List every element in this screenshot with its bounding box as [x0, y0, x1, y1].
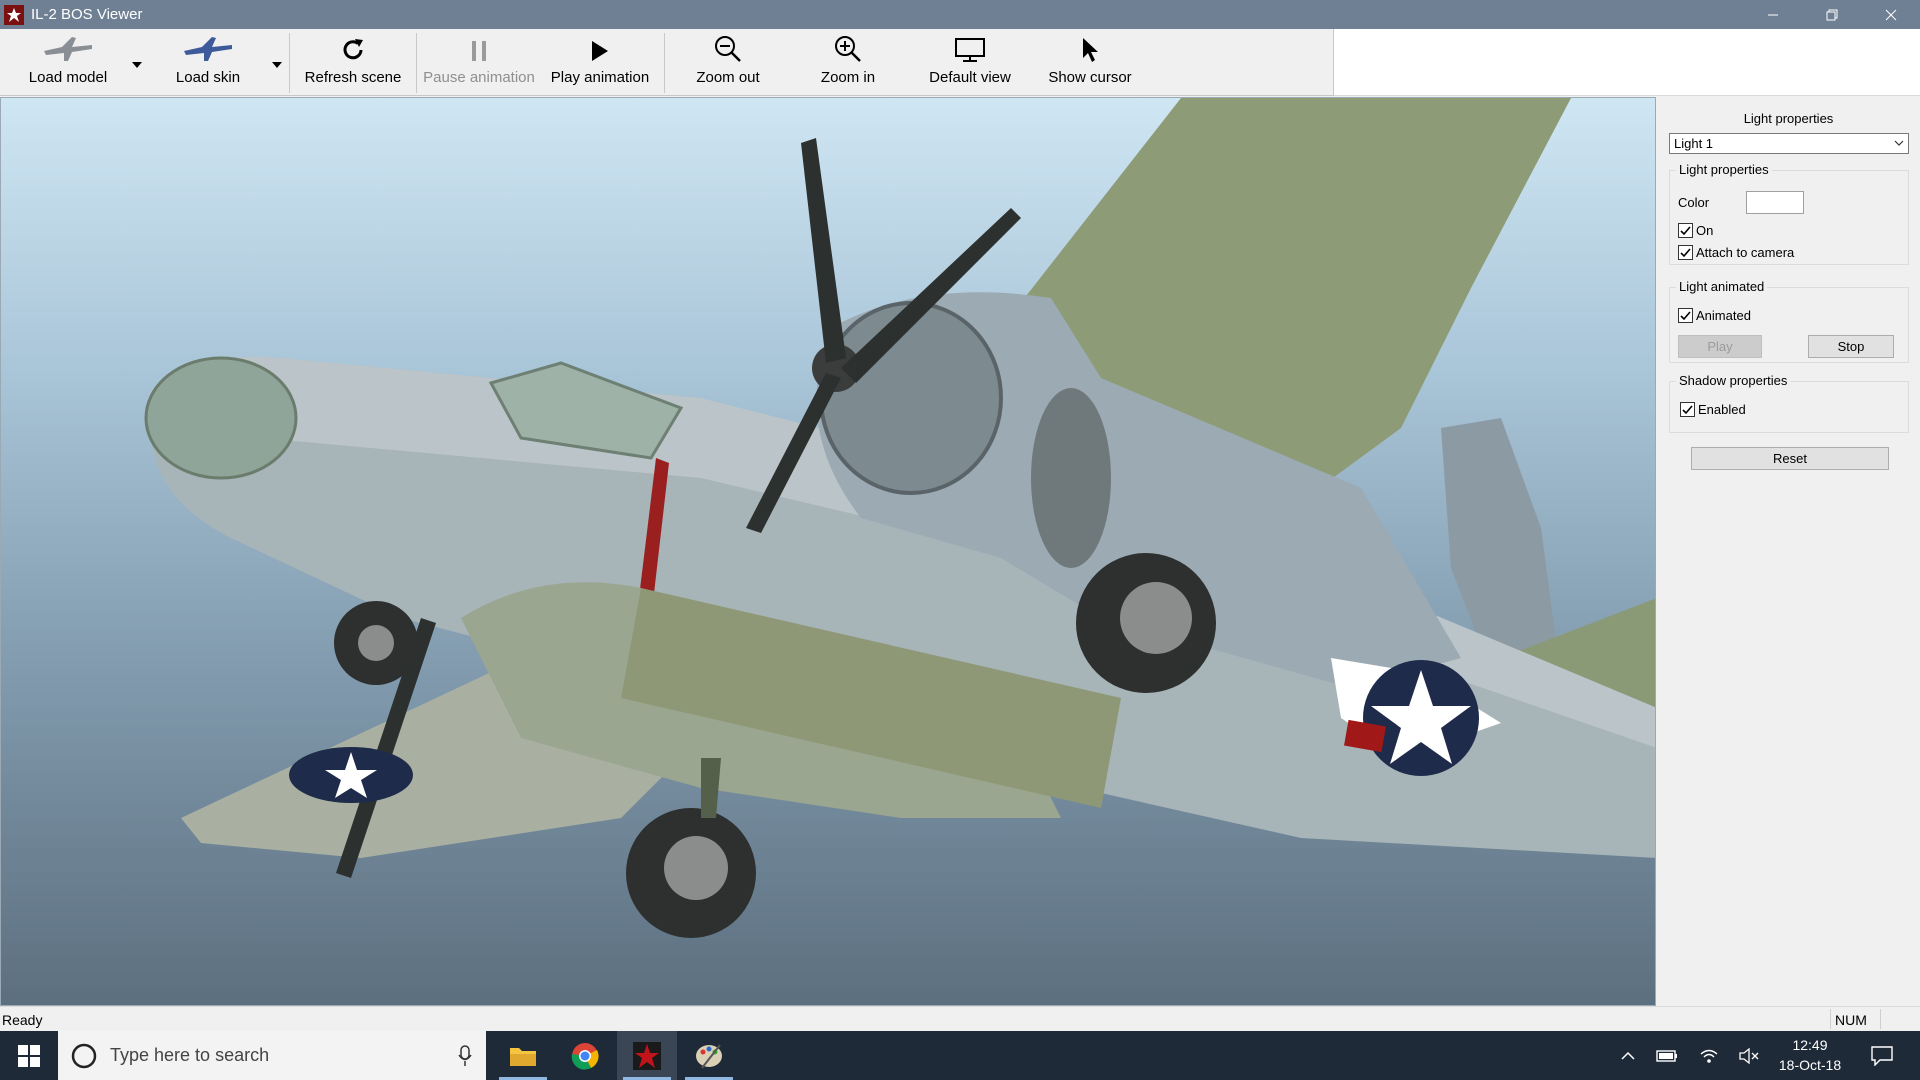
start-button[interactable]: [0, 1031, 58, 1080]
il2-app-icon: [633, 1041, 661, 1070]
pause-icon: [470, 29, 488, 65]
volume-tray-button[interactable]: [1734, 1031, 1764, 1080]
light-select[interactable]: Light 1: [1669, 133, 1909, 154]
network-tray-button[interactable]: [1694, 1031, 1724, 1080]
window-title: IL-2 BOS Viewer: [31, 6, 143, 23]
propeller-blade: [801, 138, 846, 363]
play-button[interactable]: Play: [1678, 335, 1762, 358]
num-lock-indicator: NUM: [1835, 1012, 1867, 1028]
skin-airplane-icon: [182, 29, 234, 65]
chrome-taskbar-button[interactable]: [555, 1031, 615, 1080]
wifi-icon: [1700, 1049, 1718, 1063]
il2-viewer-taskbar-button[interactable]: [617, 1031, 677, 1080]
on-checkbox[interactable]: On: [1678, 223, 1713, 238]
properties-panel: Light properties Light 1 Light propertie…: [1657, 97, 1920, 1006]
app-icon: [4, 4, 24, 25]
windows-logo-icon: [18, 1044, 40, 1067]
close-button[interactable]: [1861, 0, 1920, 29]
toolbar-separator: [416, 33, 417, 93]
monitor-icon: [955, 29, 985, 65]
toolbar-separator: [289, 33, 290, 93]
play-animation-button[interactable]: Play animation: [544, 29, 656, 96]
paint-taskbar-button[interactable]: [679, 1031, 739, 1080]
cortana-icon: [71, 1043, 97, 1068]
zoom-in-icon: [834, 29, 862, 65]
nose-glazing: [144, 356, 298, 480]
attach-to-camera-checkbox[interactable]: Attach to camera: [1678, 245, 1794, 260]
checkbox-checked-icon: [1680, 402, 1695, 417]
taskbar-search-box[interactable]: Type here to search: [58, 1031, 486, 1080]
clock-date: 18-Oct-18: [1778, 1057, 1842, 1073]
light-properties-group: Light properties Color On Attach to came…: [1669, 162, 1909, 265]
reset-button[interactable]: Reset: [1691, 447, 1889, 470]
pause-animation-button[interactable]: Pause animation: [422, 29, 536, 96]
show-cursor-button[interactable]: Show cursor: [1040, 29, 1140, 96]
checkbox-checked-icon: [1678, 308, 1693, 323]
load-model-button[interactable]: Load model: [20, 29, 116, 96]
close-icon: [1885, 9, 1896, 20]
title-bar: IL-2 BOS Viewer: [0, 0, 1920, 29]
refresh-icon: [340, 29, 366, 65]
chevron-up-icon: [1621, 1051, 1635, 1060]
load-model-dropdown-icon[interactable]: [131, 59, 143, 71]
load-skin-dropdown-icon[interactable]: [271, 59, 283, 71]
battery-tray-button[interactable]: [1652, 1031, 1682, 1080]
system-clock[interactable]: 12:49 18-Oct-18: [1766, 1035, 1854, 1075]
cursor-icon: [1081, 29, 1099, 65]
aircraft-render: [144, 98, 1655, 938]
stop-button[interactable]: Stop: [1808, 335, 1894, 358]
zoom-in-button[interactable]: Zoom in: [800, 29, 896, 96]
taskbar: Type here to search 12:49 18-Oct-18: [0, 1031, 1920, 1080]
3d-viewport[interactable]: [0, 97, 1656, 1006]
search-placeholder: Type here to search: [110, 1045, 270, 1065]
zoom-out-icon: [714, 29, 742, 65]
animated-checkbox[interactable]: Animated: [1678, 308, 1751, 323]
battery-icon: [1656, 1049, 1677, 1062]
chrome-icon: [571, 1042, 599, 1070]
shadow-properties-group: Shadow properties Enabled: [1669, 373, 1909, 433]
play-icon: [590, 29, 610, 65]
status-text: Ready: [2, 1012, 43, 1028]
color-swatch[interactable]: [1746, 191, 1804, 214]
palette-icon: [696, 1043, 722, 1069]
minimize-icon: [1767, 14, 1778, 15]
restore-icon: [1826, 9, 1837, 20]
engine-cowling: [819, 301, 1003, 495]
toolbar-separator: [664, 33, 665, 93]
status-bar: Ready NUM: [0, 1006, 1920, 1031]
panel-title: Light properties: [1743, 111, 1834, 126]
color-label: Color: [1678, 195, 1710, 210]
zoom-out-button[interactable]: Zoom out: [680, 29, 776, 96]
load-skin-button[interactable]: Load skin: [160, 29, 256, 96]
checkbox-checked-icon: [1678, 245, 1693, 260]
checkbox-checked-icon: [1678, 223, 1693, 238]
file-explorer-taskbar-button[interactable]: [493, 1031, 553, 1080]
volume-muted-icon: [1739, 1047, 1759, 1064]
folder-icon: [510, 1047, 536, 1066]
minimize-button[interactable]: [1743, 0, 1802, 29]
light-animated-group: Light animated Animated Play Stop: [1669, 279, 1909, 363]
chevron-down-icon: [1894, 134, 1904, 158]
shadow-enabled-checkbox[interactable]: Enabled: [1680, 402, 1746, 417]
default-view-button[interactable]: Default view: [920, 29, 1020, 96]
microphone-icon[interactable]: [458, 1045, 472, 1072]
airplane-icon: [42, 29, 94, 65]
show-hidden-icons-button[interactable]: [1615, 1031, 1641, 1080]
toolbar: Load model Load skin Refresh scene Pause…: [0, 29, 1920, 96]
action-center-button[interactable]: [1862, 1031, 1902, 1080]
refresh-scene-button[interactable]: Refresh scene: [300, 29, 406, 96]
clock-time: 12:49: [1792, 1037, 1828, 1053]
notification-icon: [1871, 1045, 1893, 1066]
restore-button[interactable]: [1802, 0, 1861, 29]
toolbar-box: Load model Load skin Refresh scene Pause…: [0, 29, 1334, 96]
